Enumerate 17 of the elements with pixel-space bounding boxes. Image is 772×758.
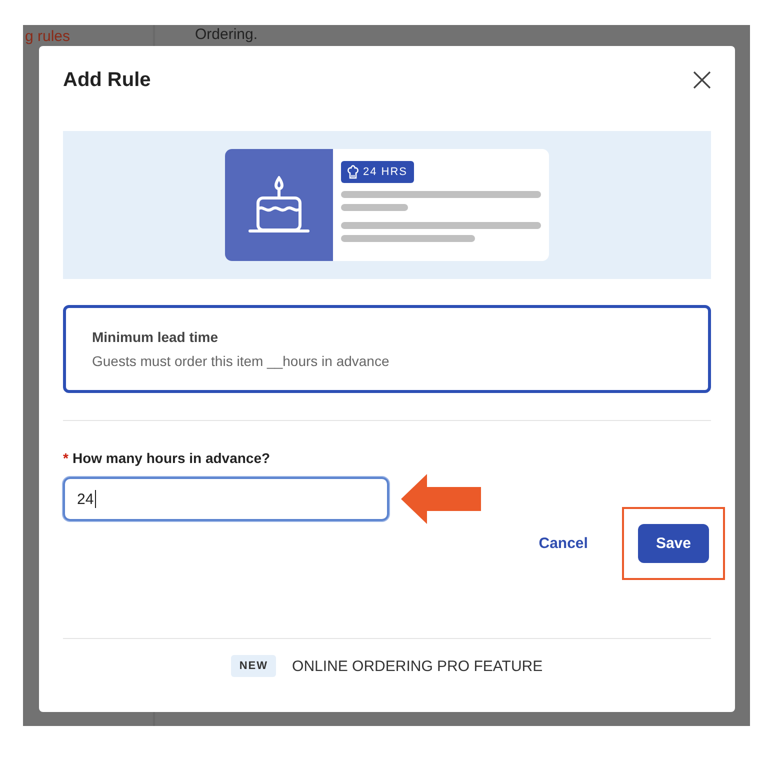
dialog-title: Add Rule	[63, 68, 151, 92]
save-button[interactable]: Save	[638, 524, 709, 563]
cancel-button[interactable]: Cancel	[538, 527, 588, 560]
chef-hat-icon	[347, 165, 359, 179]
required-mark: *	[63, 450, 68, 466]
field-label: How many hours in advance?	[72, 450, 270, 466]
rule-title: Minimum lead time	[92, 329, 220, 345]
new-badge: NEW	[231, 655, 276, 677]
input-field[interactable]: 24	[63, 477, 389, 521]
page-heading: Ordering.	[195, 26, 258, 43]
hours-badge: 24 HRS	[341, 161, 414, 183]
cake-icon	[248, 176, 310, 234]
rule-description: Guests must order this item __hours in advance	[92, 353, 390, 369]
placeholder-line	[341, 204, 408, 211]
rule-option[interactable]: Minimum lead time Guests must order this item __hours in advance	[63, 305, 711, 393]
close-icon[interactable]	[693, 71, 711, 89]
footer-text: ONLINE ORDERING PRO FEATURE	[292, 658, 543, 674]
